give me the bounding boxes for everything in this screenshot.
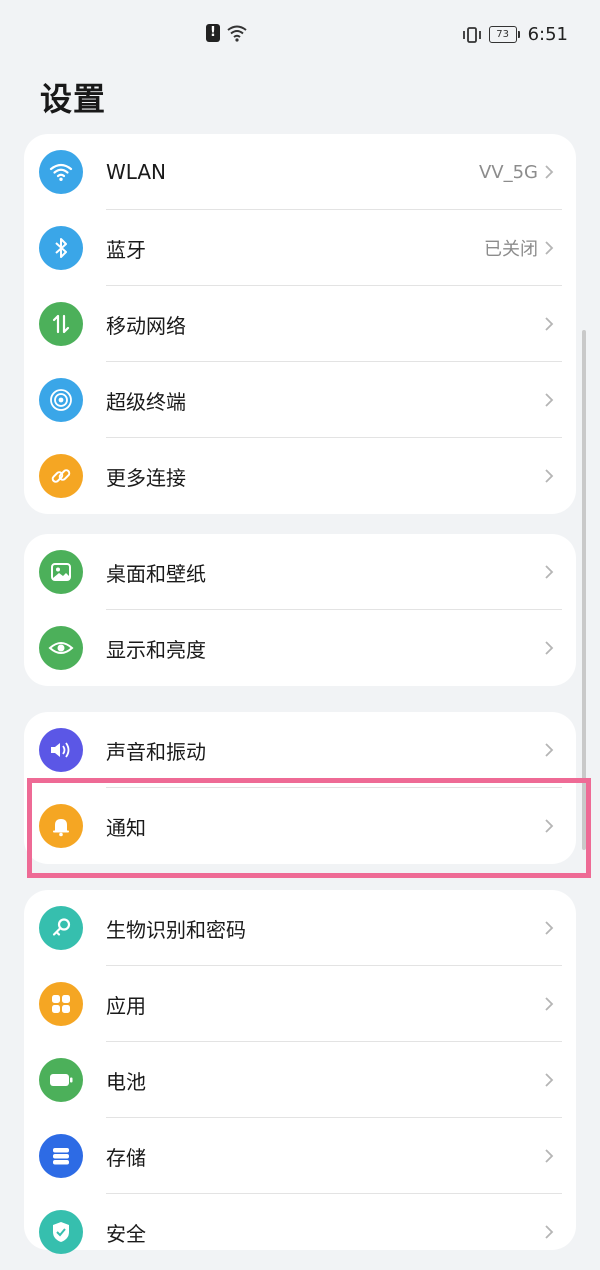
settings-group-display: 桌面和壁纸 显示和亮度 bbox=[24, 534, 576, 686]
settings-item-super-device[interactable]: 超级终端 bbox=[24, 362, 576, 438]
chevron-right-icon bbox=[545, 743, 554, 757]
settings-item-label: WLAN bbox=[106, 160, 167, 184]
chevron-right-icon bbox=[545, 1149, 554, 1163]
chevron-right-icon bbox=[545, 393, 554, 407]
settings-item-label: 更多连接 bbox=[106, 465, 186, 490]
super-device-icon bbox=[39, 378, 83, 422]
settings-item-biometrics-password[interactable]: 生物识别和密码 bbox=[24, 890, 576, 966]
chevron-right-icon bbox=[545, 641, 554, 655]
chevron-right-icon bbox=[545, 565, 554, 579]
storage-icon bbox=[39, 1134, 83, 1178]
settings-item-apps[interactable]: 应用 bbox=[24, 966, 576, 1042]
settings-item-label: 移动网络 bbox=[106, 313, 186, 338]
settings-item-label: 显示和亮度 bbox=[106, 637, 206, 662]
chevron-right-icon bbox=[545, 921, 554, 935]
vibrate-icon bbox=[462, 26, 481, 43]
sound-icon bbox=[39, 728, 83, 772]
mobile-data-icon bbox=[39, 302, 83, 346]
settings-item-sound-vibration[interactable]: 声音和振动 bbox=[24, 712, 576, 788]
settings-item-label: 声音和振动 bbox=[106, 739, 206, 764]
battery-status-icon: 73 bbox=[488, 26, 520, 43]
eye-icon bbox=[39, 626, 83, 670]
settings-group-sound-notifications: 声音和振动 通知 bbox=[24, 712, 576, 864]
scrollbar[interactable] bbox=[582, 330, 586, 850]
settings-group-connectivity: WLAN VV_5G 蓝牙 已关闭 移动网络 超级终端 更多连接 bbox=[24, 134, 576, 514]
wifi-icon bbox=[39, 150, 83, 194]
chevron-right-icon bbox=[545, 165, 554, 179]
settings-item-label: 超级终端 bbox=[106, 389, 186, 414]
settings-item-label: 应用 bbox=[106, 993, 146, 1018]
settings-item-display-brightness[interactable]: 显示和亮度 bbox=[24, 610, 576, 686]
status-bar: ! 73 6:51 bbox=[0, 0, 600, 72]
chevron-right-icon bbox=[545, 317, 554, 331]
settings-item-notifications[interactable]: 通知 bbox=[24, 788, 576, 864]
page-title: 设置 bbox=[40, 80, 107, 118]
battery-icon bbox=[39, 1058, 83, 1102]
settings-item-label: 通知 bbox=[106, 815, 146, 840]
settings-item-security[interactable]: 安全 bbox=[24, 1194, 576, 1270]
chevron-right-icon bbox=[545, 1225, 554, 1239]
chevron-right-icon bbox=[545, 1073, 554, 1087]
status-time: 6:51 bbox=[527, 24, 568, 45]
settings-item-label: 桌面和壁纸 bbox=[106, 561, 206, 586]
settings-item-label: 安全 bbox=[106, 1221, 146, 1246]
key-icon bbox=[39, 906, 83, 950]
shield-icon bbox=[39, 1210, 83, 1254]
settings-item-label: 存储 bbox=[106, 1145, 146, 1170]
settings-group-system: 生物识别和密码 应用 电池 存储 安全 bbox=[24, 890, 576, 1254]
settings-item-home-wallpaper[interactable]: 桌面和壁纸 bbox=[24, 534, 576, 610]
alert-icon: ! bbox=[206, 24, 220, 42]
apps-icon bbox=[39, 982, 83, 1026]
status-notifications: ! bbox=[206, 24, 248, 42]
settings-item-battery[interactable]: 电池 bbox=[24, 1042, 576, 1118]
settings-item-label: 蓝牙 bbox=[106, 237, 146, 262]
settings-item-storage[interactable]: 存储 bbox=[24, 1118, 576, 1194]
settings-item-wlan[interactable]: WLAN VV_5G bbox=[24, 134, 576, 210]
chevron-right-icon bbox=[545, 997, 554, 1011]
settings-item-mobile-network[interactable]: 移动网络 bbox=[24, 286, 576, 362]
settings-item-more-connections[interactable]: 更多连接 bbox=[24, 438, 576, 514]
chevron-right-icon bbox=[545, 241, 554, 255]
settings-item-label: 生物识别和密码 bbox=[106, 917, 246, 942]
wlan-network-value: VV_5G bbox=[478, 161, 538, 183]
chevron-right-icon bbox=[545, 819, 554, 833]
bluetooth-status-value: 已关闭 bbox=[484, 239, 538, 260]
wallpaper-icon bbox=[39, 550, 83, 594]
battery-level: 73 bbox=[488, 26, 517, 43]
wifi-status-icon bbox=[227, 25, 247, 42]
settings-item-bluetooth[interactable]: 蓝牙 已关闭 bbox=[24, 210, 576, 286]
chevron-right-icon bbox=[545, 469, 554, 483]
bell-icon bbox=[39, 804, 83, 848]
status-system: 73 6:51 bbox=[461, 24, 568, 45]
bluetooth-icon bbox=[39, 226, 83, 270]
link-icon bbox=[39, 454, 83, 498]
settings-item-label: 电池 bbox=[106, 1069, 146, 1094]
